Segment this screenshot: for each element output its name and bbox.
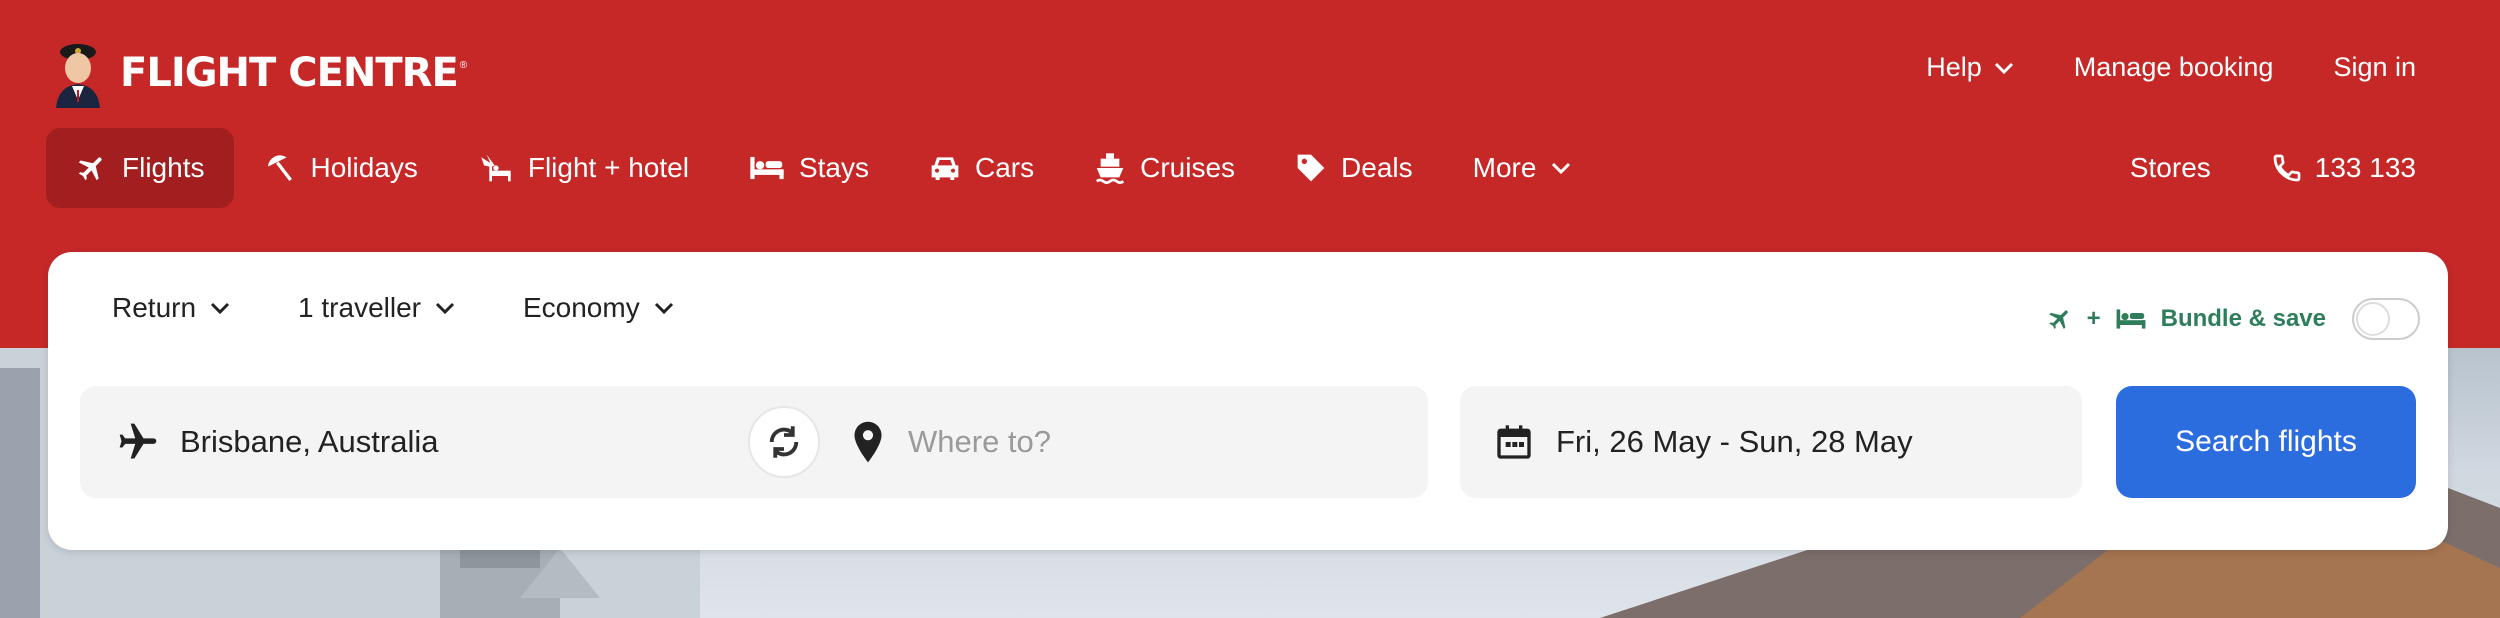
search-flights-button[interactable]: Search flights xyxy=(2116,386,2416,498)
top-links: Help Manage booking Sign in xyxy=(1926,52,2416,83)
nav-label: Deals xyxy=(1341,152,1413,183)
nav-item-flights[interactable]: Flights xyxy=(46,128,235,208)
manage-booking-link[interactable]: Manage booking xyxy=(2074,52,2274,83)
nav-label: More xyxy=(1472,152,1537,183)
calendar-icon xyxy=(1497,425,1531,459)
nav-label: Cruises xyxy=(1140,152,1236,183)
brand-name: FLIGHT CENTRE xyxy=(120,50,459,96)
help-dropdown[interactable]: Help xyxy=(1926,52,2014,83)
bundle-toggle[interactable] xyxy=(2352,298,2420,340)
bundle-save-option: + Bundle & save xyxy=(2047,298,2420,340)
bundle-plus: + xyxy=(2086,305,2101,332)
nav-item-stays[interactable]: Stays xyxy=(719,128,899,208)
nav-item-deals[interactable]: Deals xyxy=(1265,128,1443,208)
origin-input[interactable]: Brisbane, Australia xyxy=(116,420,438,464)
sign-in-link[interactable]: Sign in xyxy=(2333,52,2416,83)
pilot-mascot-icon xyxy=(56,44,100,108)
nav-item-cruises[interactable]: Cruises xyxy=(1064,128,1265,208)
chevron-down-icon xyxy=(1994,62,2013,74)
plane-icon xyxy=(119,423,157,459)
chevron-down-icon xyxy=(435,302,455,315)
swap-locations-button[interactable] xyxy=(748,406,820,478)
swap-icon xyxy=(769,426,799,458)
bundle-label: Bundle & save xyxy=(2160,305,2326,332)
nav-label: Flight + hotel xyxy=(527,152,689,183)
tag-icon xyxy=(1297,154,1325,182)
chevron-down-icon xyxy=(210,302,230,315)
bed-icon xyxy=(750,156,784,180)
phone-link[interactable]: 133 133 xyxy=(2271,152,2416,184)
phone-icon xyxy=(2273,154,2301,182)
destination-input[interactable]: Where to? xyxy=(850,420,1051,464)
stores-link[interactable]: Stores xyxy=(2130,152,2211,184)
nav-label: Stays xyxy=(798,152,869,183)
plane-icon xyxy=(2048,310,2068,329)
location-pin-icon xyxy=(854,421,882,463)
help-label: Help xyxy=(1926,52,1982,82)
date-field[interactable]: Fri, 26 May - Sun, 28 May xyxy=(1460,386,2082,498)
cabin-class-dropdown[interactable]: Economy xyxy=(523,292,674,324)
cabin-class-value: Economy xyxy=(522,292,640,323)
chevron-down-icon xyxy=(654,302,673,315)
destination-placeholder: Where to? xyxy=(908,424,1052,459)
trip-type-value: Return xyxy=(112,292,197,323)
nav-item-cars[interactable]: Cars xyxy=(899,128,1064,208)
travellers-dropdown[interactable]: 1 traveller xyxy=(298,292,455,324)
nav-label: Cars xyxy=(975,152,1035,183)
toggle-knob xyxy=(2356,302,2390,336)
ship-icon xyxy=(1095,153,1125,184)
nav-item-more[interactable]: More xyxy=(1443,128,1603,208)
plane-icon xyxy=(78,157,102,181)
flight-centre-logo[interactable]: FLIGHT CENTRE ® xyxy=(50,38,467,108)
bed-icon xyxy=(2116,309,2146,329)
travellers-value: 1 traveller xyxy=(298,292,421,323)
trip-type-dropdown[interactable]: Return xyxy=(112,292,230,324)
route-field: Brisbane, Australia Where to? xyxy=(80,386,1428,498)
date-range-value: Fri, 26 May - Sun, 28 May xyxy=(1556,424,1913,459)
flight-search-panel: Return 1 traveller Economy + Bundle & sa… xyxy=(48,252,2448,550)
nav-item-holidays[interactable]: Holidays xyxy=(234,128,447,208)
nav-item-flight-hotel[interactable]: Flight + hotel xyxy=(448,128,719,208)
car-icon xyxy=(931,157,959,180)
nav-label: Flights xyxy=(122,152,205,183)
plane-bed-icon xyxy=(481,154,511,182)
nav-label: Holidays xyxy=(310,152,418,183)
nav-right: Stores 133 133 xyxy=(2130,128,2416,208)
chevron-down-icon xyxy=(1552,162,1571,175)
beach-umbrella-icon xyxy=(268,155,293,182)
origin-value: Brisbane, Australia xyxy=(180,424,439,459)
registered-mark: ® xyxy=(459,59,468,71)
phone-number: 133 133 xyxy=(2314,152,2416,183)
main-nav: Flights Holidays Flight + hotel Stays Ca… xyxy=(46,128,1602,208)
search-options: Return 1 traveller Economy xyxy=(112,292,674,324)
